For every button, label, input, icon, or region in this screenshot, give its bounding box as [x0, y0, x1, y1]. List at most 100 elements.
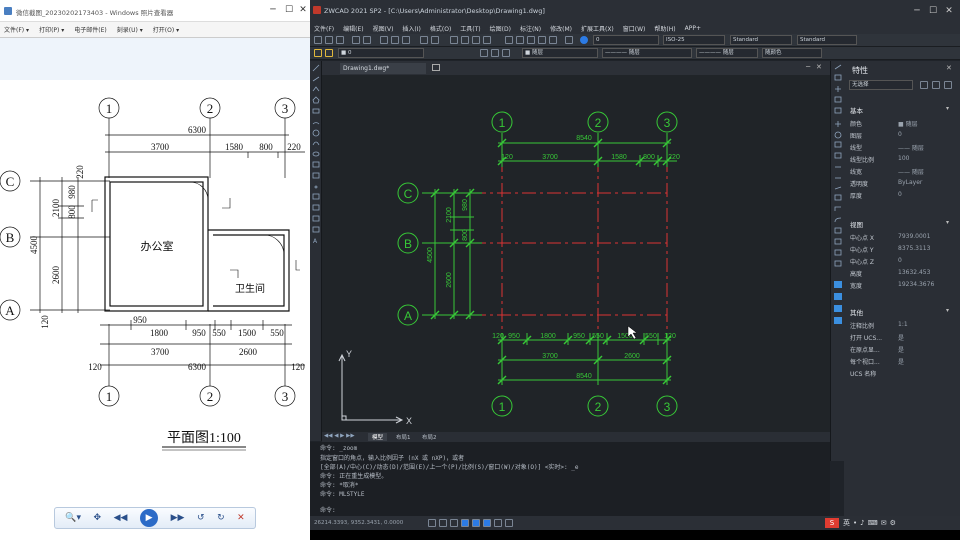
break-icon[interactable]: [834, 186, 842, 190]
calculator-icon[interactable]: [538, 36, 546, 44]
prop-ltscale-value[interactable]: 100: [898, 155, 909, 162]
save-icon[interactable]: [336, 36, 344, 44]
prop-ucs-on-value[interactable]: 是: [898, 333, 904, 342]
cad-maximize-icon[interactable]: ☐: [926, 4, 940, 18]
online-icon[interactable]: [580, 36, 588, 44]
layer-tool-icon[interactable]: [834, 281, 842, 288]
tab-nav-icon[interactable]: ◀◀ ◀ ▶ ▶▶: [324, 433, 355, 439]
zoom-window-icon[interactable]: [472, 36, 480, 44]
doc-minimize-icon[interactable]: ─: [806, 63, 810, 71]
zoom-previous-icon[interactable]: [483, 36, 491, 44]
cad-menu-edit[interactable]: 编辑(E): [343, 24, 363, 33]
polygon-tool-icon[interactable]: [312, 96, 320, 104]
zoom-realtime-icon[interactable]: [461, 36, 469, 44]
cad-menu-modify[interactable]: 修改(M): [550, 24, 572, 33]
lineweight-combo[interactable]: ———— 随层: [696, 48, 758, 58]
polar-toggle-icon[interactable]: [461, 519, 469, 527]
plotstyle-combo[interactable]: 随颜色: [762, 48, 822, 58]
select-objects-icon[interactable]: [932, 81, 940, 89]
cad-menu-dimension[interactable]: 标注(N): [520, 24, 541, 33]
section-misc-chevron-icon[interactable]: ▾: [946, 307, 949, 314]
text-style-combo[interactable]: Standard: [730, 35, 792, 45]
section-view[interactable]: 视图: [850, 219, 863, 229]
slideshow-button[interactable]: ▶: [140, 509, 159, 527]
minimize-icon[interactable]: ─: [266, 3, 280, 17]
design-center-icon[interactable]: [516, 36, 524, 44]
cad-menu-file[interactable]: 文件(F): [314, 24, 334, 33]
new-file-icon[interactable]: [314, 36, 322, 44]
menu-burn[interactable]: 刻录(U) ▾: [117, 25, 143, 34]
preview-icon[interactable]: [363, 36, 371, 44]
grid-toggle-icon[interactable]: [439, 519, 447, 527]
section-general[interactable]: 基本: [850, 105, 863, 115]
app-icon[interactable]: [565, 36, 573, 44]
layer-manager-icon[interactable]: [314, 49, 322, 57]
pickadd-icon[interactable]: [944, 81, 952, 89]
cad-minimize-icon[interactable]: ─: [910, 4, 924, 18]
offset-icon[interactable]: [834, 96, 842, 103]
move-icon[interactable]: [835, 121, 841, 127]
prop-color-value[interactable]: ■ 随层: [898, 119, 918, 128]
rotate-right-icon[interactable]: ↻: [217, 513, 225, 523]
tab-model[interactable]: 模型: [368, 433, 388, 441]
draworder-icon[interactable]: [834, 317, 842, 324]
match-prop-icon[interactable]: [834, 293, 842, 300]
prop-layer-value[interactable]: 0: [898, 131, 902, 138]
close-icon[interactable]: ✕: [296, 3, 310, 17]
xline-tool-icon[interactable]: [312, 76, 320, 82]
cad-menu-insert[interactable]: 插入(I): [402, 24, 420, 33]
dim-style-combo[interactable]: ISO-25: [663, 35, 725, 45]
cad-menu-app[interactable]: APP+: [685, 25, 701, 32]
layer-isolate-icon[interactable]: [502, 49, 510, 57]
linetype-combo[interactable]: ———— 随层: [602, 48, 692, 58]
open-file-icon[interactable]: [325, 36, 333, 44]
rotate-left-icon[interactable]: ↺: [197, 513, 205, 523]
fit-window-icon[interactable]: ✥: [94, 513, 102, 523]
section-misc[interactable]: 其他: [850, 307, 863, 317]
text-tool-icon[interactable]: A: [313, 238, 318, 245]
cad-menu-tools[interactable]: 工具(T): [460, 24, 480, 33]
drawing-canvas[interactable]: 1 2 3 1 2 3 C B A 8540 120 3700 1580 800…: [322, 75, 830, 432]
prop-thickness-value[interactable]: 0: [898, 191, 902, 198]
make-current-icon[interactable]: [480, 49, 488, 57]
print-icon[interactable]: [352, 36, 360, 44]
copy-object-icon[interactable]: [834, 74, 842, 81]
prop-linetype-value[interactable]: —— 随层: [898, 143, 924, 152]
cad-menu-help[interactable]: 帮助(H): [654, 24, 675, 33]
section-general-chevron-icon[interactable]: ▾: [946, 105, 949, 112]
delete-icon[interactable]: ✕: [237, 513, 245, 523]
ellipse-tool-icon[interactable]: [312, 151, 320, 157]
tool-palette-icon[interactable]: [527, 36, 535, 44]
table-tool-icon[interactable]: [312, 226, 320, 233]
lineweight-toggle-icon[interactable]: [494, 519, 502, 527]
rectangle-tool-icon[interactable]: [312, 108, 320, 114]
gradient-tool-icon[interactable]: [312, 204, 320, 211]
arc-tool-icon[interactable]: [312, 122, 320, 125]
fillet-icon[interactable]: [834, 217, 842, 223]
selection-combo[interactable]: 无选择: [849, 80, 913, 90]
layer-previous-icon[interactable]: [491, 49, 499, 57]
polyline-tool-icon[interactable]: [312, 86, 320, 92]
point-tool-icon[interactable]: [314, 185, 318, 189]
stretch-icon[interactable]: [834, 152, 842, 159]
prop-ucs-viewport-value[interactable]: 是: [898, 357, 904, 366]
block-tool-icon[interactable]: [312, 161, 320, 168]
table-style-combo[interactable]: Standard: [797, 35, 857, 45]
pan-icon[interactable]: [450, 36, 458, 44]
menu-print[interactable]: 打印(P) ▾: [39, 25, 64, 34]
tray-icons[interactable]: 英•♪⌨✉⚙: [843, 518, 899, 528]
dyn-toggle-icon[interactable]: [505, 519, 513, 527]
color-combo[interactable]: ■ 随层: [522, 48, 598, 58]
circle-tool-icon[interactable]: [312, 129, 320, 137]
layer-combo[interactable]: 0: [593, 35, 659, 45]
explode-icon[interactable]: [834, 227, 842, 234]
properties-icon[interactable]: [505, 36, 513, 44]
cad-menu-draw[interactable]: 绘图(D): [490, 24, 511, 33]
otrack-toggle-icon[interactable]: [483, 519, 491, 527]
prop-annoscale-value[interactable]: 1:1: [898, 321, 908, 328]
new-tab-icon[interactable]: [432, 64, 440, 71]
menu-open[interactable]: 打开(O) ▾: [153, 25, 179, 34]
prop-lineweight-value[interactable]: —— 随层: [898, 167, 924, 176]
insert-block-icon[interactable]: [312, 172, 320, 179]
layer-state-icon[interactable]: [325, 49, 333, 57]
